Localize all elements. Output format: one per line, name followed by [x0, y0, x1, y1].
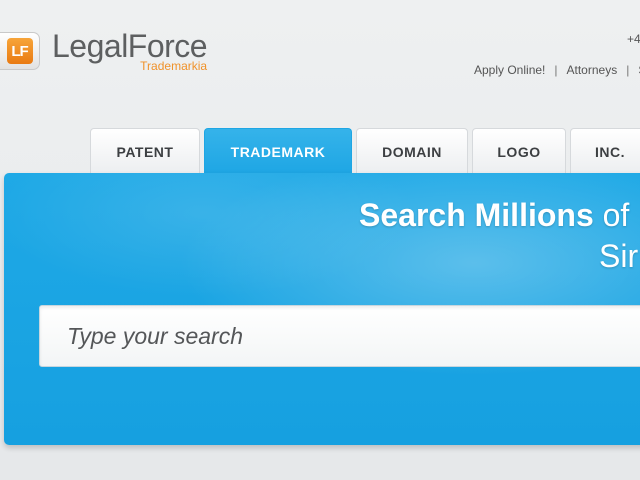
- page: LF LegalForce Trademarkia +4 Apply Onlin…: [0, 0, 640, 480]
- hero-headline-bold: Search Millions: [359, 197, 594, 233]
- link-separator: |: [626, 63, 630, 77]
- search-panel: Search Millions of Sir: [4, 173, 640, 445]
- logo-name: LegalForce: [52, 28, 208, 64]
- tab-patent[interactable]: PATENT: [90, 128, 200, 174]
- logo[interactable]: LF LegalForce Trademarkia: [0, 28, 208, 73]
- link-separator: |: [554, 63, 558, 77]
- hero-headline-rest: of: [593, 197, 630, 233]
- phone-number[interactable]: +4: [627, 32, 640, 46]
- top-links: Apply Online! | Attorneys | S: [474, 63, 640, 77]
- logo-subtitle: Trademarkia: [140, 59, 208, 73]
- search-input[interactable]: [39, 305, 640, 367]
- logo-text: LegalForce Trademarkia: [52, 28, 208, 73]
- attorneys-link[interactable]: Attorneys: [567, 63, 618, 77]
- tab-domain[interactable]: DOMAIN: [356, 128, 468, 174]
- hero-headline: Search Millions of: [359, 197, 629, 234]
- logo-badge-icon: LF: [6, 38, 33, 64]
- search-tabs: PATENT TRADEMARK DOMAIN LOGO INC.: [90, 128, 640, 174]
- apply-online-link[interactable]: Apply Online!: [474, 63, 545, 77]
- tab-logo[interactable]: LOGO: [472, 128, 566, 174]
- hero-subline: Sir: [599, 238, 639, 274]
- tab-trademark[interactable]: TRADEMARK: [204, 128, 352, 174]
- tab-inc[interactable]: INC.: [570, 128, 640, 174]
- logo-badge: LF: [0, 32, 40, 70]
